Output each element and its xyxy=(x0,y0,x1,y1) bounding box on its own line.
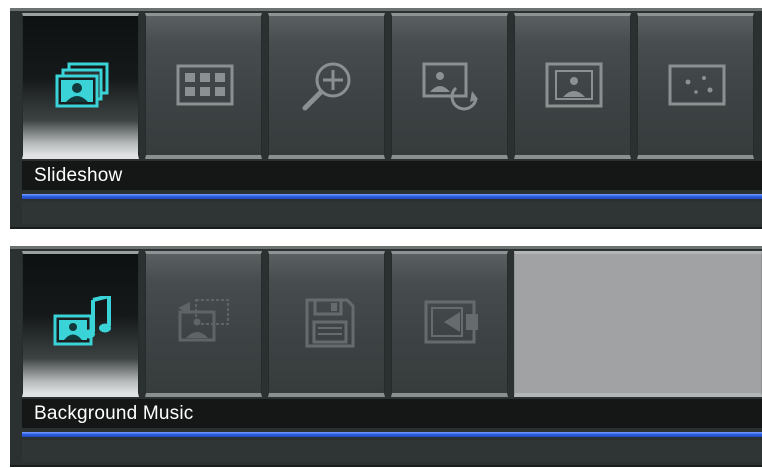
toolbar-tiles xyxy=(22,251,762,397)
empty-tile-area xyxy=(514,251,762,397)
copy-photos-button[interactable] xyxy=(145,251,262,397)
effects-button[interactable] xyxy=(637,13,754,159)
fit-to-screen-icon xyxy=(545,62,603,108)
selected-option-label-bar: Background Music xyxy=(22,399,762,428)
copy-photos-icon xyxy=(178,299,229,342)
slideshow-button[interactable] xyxy=(22,13,139,159)
selected-option-label-bar: Slideshow xyxy=(22,161,762,190)
background-music-icon xyxy=(53,296,111,346)
rotate-button[interactable] xyxy=(391,13,508,159)
exit-icon xyxy=(424,300,478,344)
zoom-in-icon xyxy=(302,62,351,111)
highlight-line xyxy=(22,432,762,437)
slideshow-icon xyxy=(55,62,109,108)
save-icon xyxy=(305,298,355,348)
background-music-button[interactable] xyxy=(22,251,139,397)
highlight-line xyxy=(22,194,762,199)
slideshow-effects-icon xyxy=(668,64,726,106)
thumbnail-view-button[interactable] xyxy=(145,13,262,159)
selected-option-label: Slideshow xyxy=(34,165,123,186)
toolbar-tiles xyxy=(22,13,762,159)
music-toolbar: Background Music xyxy=(10,246,762,467)
selected-option-label: Background Music xyxy=(34,403,194,424)
fit-screen-button[interactable] xyxy=(514,13,631,159)
exit-button[interactable] xyxy=(391,251,508,397)
thumbnail-grid-icon xyxy=(176,64,234,106)
slideshow-toolbar: Slideshow xyxy=(10,8,762,229)
zoom-button[interactable] xyxy=(268,13,385,159)
panel-footer xyxy=(22,202,762,224)
panel-footer xyxy=(22,440,762,462)
save-button[interactable] xyxy=(268,251,385,397)
rotate-photo-icon xyxy=(422,62,478,111)
